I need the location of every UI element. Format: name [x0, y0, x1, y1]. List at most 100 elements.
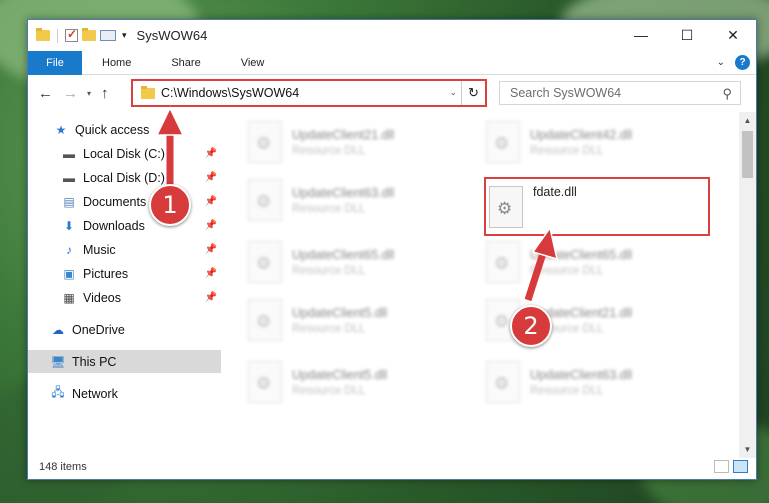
- sidebar-item-this-pc[interactable]: 🖥 This PC: [28, 350, 221, 373]
- file-type: Resource DLL: [530, 144, 604, 157]
- dll-file-icon: [486, 361, 520, 403]
- divider: [57, 28, 58, 43]
- large-icons-view-icon[interactable]: [733, 460, 748, 473]
- sidebar-item-videos[interactable]: ▦ Videos 📌: [28, 286, 221, 309]
- address-path[interactable]: C:\Windows\SysWOW64: [161, 86, 299, 100]
- file-item[interactable]: UpdateClient65.dll Resource DLL: [248, 236, 478, 288]
- file-item[interactable]: UpdateClient63.dll Resource DLL: [248, 174, 478, 226]
- refresh-icon[interactable]: ↻: [461, 81, 485, 105]
- window-title: SysWOW64: [136, 28, 208, 43]
- tab-file[interactable]: File: [28, 50, 82, 75]
- back-arrow-icon[interactable]: ←: [38, 85, 53, 102]
- dll-file-icon: [248, 361, 282, 403]
- file-type: Resource DLL: [292, 384, 366, 397]
- file-type: Resource DLL: [292, 322, 366, 335]
- tab-home[interactable]: Home: [82, 51, 151, 75]
- file-name: UpdateClient21.dll: [292, 127, 395, 142]
- sidebar-item-label: Music: [83, 242, 116, 257]
- sidebar-item-quick-access[interactable]: ★ Quick access: [28, 118, 221, 141]
- star-icon: ★: [55, 122, 67, 137]
- file-type: Resource DLL: [292, 202, 366, 215]
- pin-icon[interactable]: 📌: [205, 196, 217, 207]
- file-type: Resource DLL: [292, 264, 366, 277]
- sidebar-item-network[interactable]: 🖧 Network: [28, 382, 221, 405]
- vertical-scrollbar[interactable]: ▲ ▼: [739, 112, 756, 458]
- customize-toolbar-icon[interactable]: [100, 30, 116, 41]
- properties-check-icon[interactable]: [65, 27, 78, 42]
- pin-icon[interactable]: 📌: [205, 292, 217, 303]
- up-arrow-icon[interactable]: ↑: [101, 85, 109, 102]
- dll-file-icon: [248, 179, 282, 221]
- pin-icon[interactable]: 📌: [205, 244, 217, 255]
- close-button[interactable]: ✕: [710, 20, 756, 50]
- file-item[interactable]: UpdateClient5.dll Resource DLL: [248, 294, 478, 346]
- dll-file-icon: [489, 185, 523, 228]
- dll-file-icon: [486, 241, 520, 283]
- scrollbar-thumb[interactable]: [742, 131, 753, 178]
- details-view-icon[interactable]: [714, 460, 729, 473]
- tab-share[interactable]: Share: [151, 51, 220, 75]
- sidebar-item-onedrive[interactable]: ☁ OneDrive: [28, 318, 221, 341]
- file-name: UpdateClient63.dll: [530, 367, 633, 382]
- pin-icon[interactable]: 📌: [205, 148, 217, 159]
- file-item[interactable]: UpdateClient5.dll Resource DLL: [248, 356, 478, 408]
- new-folder-icon[interactable]: [82, 28, 96, 41]
- file-type: Resource DLL: [292, 144, 366, 157]
- recent-locations-icon[interactable]: ▾: [87, 89, 91, 98]
- scroll-up-icon[interactable]: ▲: [739, 112, 756, 129]
- sidebar-item-documents[interactable]: ▤ Documents 📌: [28, 190, 221, 213]
- file-item[interactable]: UpdateClient63.dll Resource DLL: [486, 356, 716, 408]
- file-list: UpdateClient21.dll Resource DLL UpdateCli…: [222, 116, 738, 456]
- pin-icon[interactable]: 📌: [205, 172, 217, 183]
- sidebar-item-label: Quick access: [75, 122, 150, 137]
- file-explorer-window: ▾ SysWOW64 — ☐ ✕ File Home Share View ⌄ …: [27, 19, 757, 480]
- pin-icon[interactable]: 📌: [205, 220, 217, 231]
- file-name: UpdateClient65.dll: [530, 247, 633, 262]
- dll-file-icon: [248, 299, 282, 341]
- sidebar-item-music[interactable]: ♪ Music 📌: [28, 238, 221, 261]
- sidebar-item-local-disk-d[interactable]: ▬ Local Disk (D:) 📌: [28, 166, 221, 189]
- ribbon-tabs: File Home Share View ⌄ ?: [28, 50, 756, 75]
- pin-icon[interactable]: 📌: [205, 268, 217, 279]
- file-name: UpdateClient65.dll: [292, 247, 395, 262]
- window-controls: — ☐ ✕: [618, 20, 756, 50]
- help-icon[interactable]: ?: [735, 55, 750, 70]
- file-item[interactable]: UpdateClient21.dll Resource DLL: [248, 116, 478, 168]
- sidebar-item-pictures[interactable]: ▣ Pictures 📌: [28, 262, 221, 285]
- toolbar-dropdown-icon[interactable]: ▾: [122, 30, 127, 41]
- file-item[interactable]: UpdateClient42.dll Resource DLL: [486, 116, 716, 168]
- item-count: 148 items: [39, 461, 87, 473]
- quick-access-toolbar: ▾: [36, 27, 127, 43]
- forward-arrow-icon[interactable]: →: [63, 85, 78, 102]
- sidebar-item-label: Videos: [83, 290, 121, 305]
- sidebar-item-label: Pictures: [83, 266, 129, 281]
- sidebar-item-local-disk-c[interactable]: ▬ Local Disk (C:) 📌: [28, 142, 221, 165]
- sidebar-item-label: Downloads: [83, 218, 145, 233]
- address-dropdown-icon[interactable]: ⌄: [449, 87, 457, 98]
- maximize-button[interactable]: ☐: [664, 20, 710, 50]
- file-item-fdate-dll[interactable]: fdate.dll: [484, 177, 710, 236]
- dll-file-icon: [486, 121, 520, 163]
- search-input[interactable]: Search SysWOW64 ⚲: [499, 81, 741, 105]
- view-switcher: [714, 460, 748, 473]
- music-icon: ♪: [66, 242, 72, 257]
- sidebar-item-downloads[interactable]: ⬇ Downloads 📌: [28, 214, 221, 237]
- drive-icon: ▬: [63, 170, 75, 185]
- tab-view[interactable]: View: [221, 51, 285, 75]
- folder-icon: [141, 85, 155, 99]
- drive-icon: ▬: [63, 146, 75, 161]
- sidebar-item-label: This PC: [72, 354, 117, 369]
- sidebar-item-label: Network: [72, 386, 118, 401]
- address-bar[interactable]: C:\Windows\SysWOW64 ⌄ ↻: [131, 79, 487, 107]
- dll-file-icon: [248, 121, 282, 163]
- download-icon: ⬇: [63, 218, 75, 233]
- file-name: UpdateClient63.dll: [292, 185, 395, 200]
- folder-icon: [36, 28, 50, 41]
- sidebar-item-label: Documents: [83, 194, 147, 209]
- network-icon: 🖧: [51, 385, 65, 399]
- ribbon-right-controls: ⌄ ?: [717, 55, 750, 70]
- file-item[interactable]: UpdateClient65.dll Resource DLL: [486, 236, 716, 288]
- minimize-button[interactable]: —: [618, 20, 664, 50]
- expand-ribbon-icon[interactable]: ⌄: [717, 57, 725, 68]
- search-icon[interactable]: ⚲: [722, 86, 732, 102]
